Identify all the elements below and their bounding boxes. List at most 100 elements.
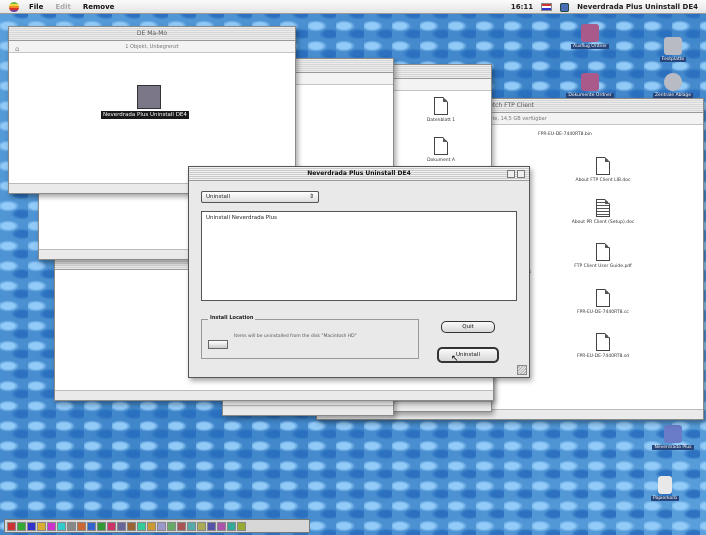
document-icon — [596, 199, 610, 217]
disc-icon — [664, 73, 682, 91]
control-strip-item-icon[interactable] — [227, 521, 236, 531]
application-icon — [664, 425, 682, 443]
desktop-item-dokumente[interactable]: Dokumente Ordner — [555, 73, 625, 98]
resize-grip-icon[interactable] — [517, 365, 527, 375]
document-icon — [596, 289, 610, 307]
window-info-bar — [391, 79, 491, 91]
document-icon — [596, 157, 610, 175]
control-strip-item-icon[interactable] — [147, 521, 156, 531]
control-strip-item-icon[interactable] — [77, 521, 86, 531]
desktop-item-festplatte[interactable]: Festplatte — [638, 37, 706, 62]
file-item[interactable]: FPR-EU-DE-7440RT8.sd — [563, 333, 643, 359]
window-titlebar[interactable] — [391, 65, 491, 79]
uninstall-dialog: Neverdrada Plus Uninstall DE4 Uninstall … — [188, 166, 530, 378]
horizontal-scrollbar[interactable] — [55, 390, 493, 400]
file-item[interactable]: About PR Client (Setup).doc — [563, 199, 643, 225]
package-list[interactable]: Uninstall Neverdrada Plus — [201, 211, 517, 301]
install-location-legend: Install Location — [208, 315, 256, 321]
menu-bar: File Edit Remove 16:11 Neverdrada Plus U… — [0, 0, 706, 14]
file-label: FPR-EU-DE-7440RT8.sd — [576, 354, 630, 359]
horizontal-scrollbar[interactable] — [391, 401, 491, 411]
selected-item-label[interactable]: Neverdrada Plus Uninstall DE4 — [101, 111, 189, 119]
lock-icon: ⌂ — [15, 45, 20, 53]
control-strip-item-icon[interactable] — [27, 521, 36, 531]
control-strip-item-icon[interactable] — [217, 521, 226, 531]
zoom-box-icon[interactable] — [507, 170, 515, 178]
window-title: Fetch FTP Client — [485, 102, 535, 109]
file-label: FPR-EU-DE-7440RT8.bin — [538, 132, 592, 137]
control-strip-item-icon[interactable] — [117, 521, 126, 531]
document-icon — [596, 243, 610, 261]
window-titlebar[interactable]: DE Ma-Mo — [9, 27, 295, 41]
document-icon — [434, 137, 448, 155]
file-label: About FTP Client LIB.doc — [575, 178, 631, 183]
active-app-name[interactable]: Neverdrada Plus Uninstall DE4 — [577, 3, 698, 11]
dialog-titlebar[interactable]: Neverdrada Plus Uninstall DE4 — [189, 167, 529, 181]
application-icon[interactable] — [137, 85, 161, 109]
menu-extras: 16:11 Neverdrada Plus Uninstall DE4 — [511, 0, 698, 14]
control-strip-item-icon[interactable] — [7, 521, 16, 531]
control-strip-item-icon[interactable] — [67, 521, 76, 531]
control-strip-item-icon[interactable] — [97, 521, 106, 531]
desktop-item-label: Neverdrada Plus — [652, 445, 694, 450]
menu-file[interactable]: File — [29, 3, 43, 11]
file-item[interactable]: FPR-EU-DE-7440RT8.bin — [525, 129, 605, 137]
control-strip-item-icon[interactable] — [167, 521, 176, 531]
menu-edit[interactable]: Edit — [55, 3, 71, 11]
file-item[interactable]: FPR-EU-DE-7440RT8.cc — [563, 289, 643, 315]
install-location-box: Install Location Items will be uninstall… — [201, 315, 419, 359]
file-label: Datenblatt 1 — [426, 118, 456, 123]
mouse-pointer-icon: ↖ — [451, 354, 459, 364]
control-strip-item-icon[interactable] — [197, 521, 206, 531]
uninstall-button[interactable]: Uninstall — [437, 347, 499, 363]
collapse-box-icon[interactable] — [517, 170, 525, 178]
control-strip-item-icon[interactable] — [57, 521, 66, 531]
control-strip-item-icon[interactable] — [207, 521, 216, 531]
control-strip-item-icon[interactable] — [87, 521, 96, 531]
menu-remove[interactable]: Remove — [83, 3, 115, 11]
file-item[interactable]: Datenblatt 1 — [401, 97, 481, 123]
application-menu-icon[interactable] — [560, 2, 570, 12]
horizontal-scrollbar[interactable] — [223, 405, 393, 415]
file-item[interactable]: Dokument A — [401, 137, 481, 163]
window-info-bar: ⌂ 1 Objekt, Unbegrenzt — [9, 41, 295, 53]
control-strip-item-icon[interactable] — [37, 521, 46, 531]
apple-menu-icon[interactable] — [9, 1, 19, 12]
control-strip-item-icon[interactable] — [237, 521, 246, 531]
control-strip-item-icon[interactable] — [127, 521, 136, 531]
folder-icon — [581, 24, 599, 42]
window-title: DE Ma-Mo — [136, 30, 168, 37]
window-info-text: 1 Objekt, Unbegrenzt — [125, 44, 179, 50]
document-icon — [434, 97, 448, 115]
desktop-item-neverdrada[interactable]: Neverdrada Plus — [638, 425, 706, 450]
desktop-item-trash[interactable]: Papierkorb — [630, 476, 700, 501]
desktop-item-ausflug[interactable]: Ausflug Ordner — [555, 24, 625, 49]
file-item[interactable]: About FTP Client LIB.doc — [563, 157, 643, 183]
control-strip-item-icon[interactable] — [47, 521, 56, 531]
dialog-title: Neverdrada Plus Uninstall DE4 — [307, 170, 411, 177]
control-strip-item-icon[interactable] — [137, 521, 146, 531]
file-label: About PR Client (Setup).doc — [571, 220, 635, 225]
control-strip — [4, 519, 310, 533]
install-location-note: Items will be uninstalled from the disk … — [234, 334, 357, 339]
control-strip-item-icon[interactable] — [17, 521, 26, 531]
quit-button[interactable]: Quit — [441, 321, 495, 333]
keyboard-flag-icon[interactable] — [541, 3, 553, 11]
folder-icon — [581, 73, 599, 91]
control-strip-item-icon[interactable] — [157, 521, 166, 531]
control-strip-item-icon[interactable] — [107, 521, 116, 531]
menu-clock[interactable]: 16:11 — [511, 3, 533, 11]
control-strip-item-icon[interactable] — [187, 521, 196, 531]
control-strip-item-icon[interactable] — [177, 521, 186, 531]
package-list-item[interactable]: Uninstall Neverdrada Plus — [202, 212, 516, 224]
desktop-item-label: Ausflug Ordner — [571, 44, 609, 49]
file-item[interactable]: FTP Client User Guide.pdf — [563, 243, 643, 269]
file-label: FPR-EU-DE-7440RT8.cc — [577, 310, 629, 315]
file-label: FTP Client User Guide.pdf — [574, 264, 632, 269]
disk-icon — [208, 340, 228, 349]
uninstall-popup-menu[interactable]: Uninstall ⇕ — [201, 191, 319, 203]
popup-label: Uninstall — [206, 194, 230, 200]
desktop-item-label: Papierkorb — [651, 496, 679, 501]
file-label: Dokument A — [427, 158, 455, 163]
desktop-item-ablage[interactable]: Zentrale Ablage — [638, 73, 706, 98]
